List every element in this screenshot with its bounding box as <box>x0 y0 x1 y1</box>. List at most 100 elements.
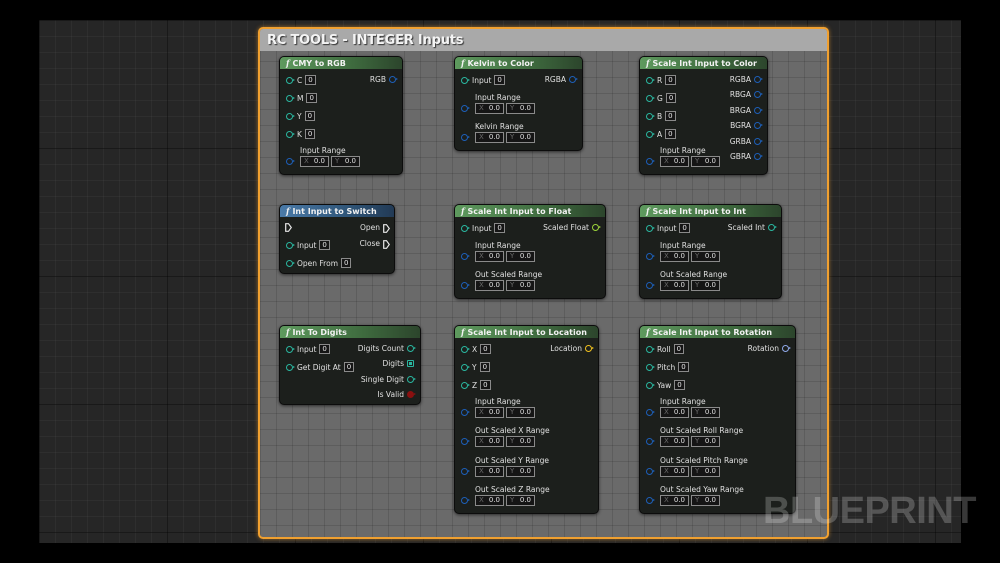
rotator-pin[interactable] <box>782 345 791 352</box>
x-field[interactable]: X 0.0 <box>475 132 504 143</box>
int-pin[interactable] <box>461 345 470 353</box>
struct-pin[interactable] <box>646 158 655 165</box>
x-field[interactable]: X 0.0 <box>475 280 504 291</box>
comment-title[interactable]: RC TOOLS - INTEGER Inputs <box>260 29 827 51</box>
struct-pin[interactable] <box>754 138 763 145</box>
int-pin[interactable] <box>646 76 655 84</box>
value-field[interactable]: 0 <box>319 344 330 354</box>
y-field[interactable]: Y 0.0 <box>691 466 720 477</box>
int-pin[interactable] <box>461 76 470 84</box>
float-pin[interactable] <box>592 224 601 231</box>
struct-pin[interactable] <box>569 76 578 83</box>
value-field[interactable]: 0 <box>674 380 685 390</box>
x-field[interactable]: X 0.0 <box>660 280 689 291</box>
y-field[interactable]: Y 0.0 <box>506 103 535 114</box>
y-field[interactable]: Y 0.0 <box>691 251 720 262</box>
struct-pin[interactable] <box>754 76 763 83</box>
node-scale-int-to-location[interactable]: f Scale Int Input to Location X0 Y0 Z0 In… <box>454 325 599 514</box>
x-field[interactable]: X 0.0 <box>660 251 689 262</box>
struct-pin[interactable] <box>754 91 763 98</box>
value-field[interactable]: 0 <box>494 223 505 233</box>
value-field[interactable]: 0 <box>480 380 491 390</box>
int-pin[interactable] <box>646 224 655 232</box>
int-pin[interactable] <box>407 345 416 352</box>
struct-pin[interactable] <box>461 438 470 445</box>
value-field[interactable]: 0 <box>480 344 491 354</box>
int-pin[interactable] <box>286 112 295 120</box>
struct-pin[interactable] <box>754 107 763 114</box>
int-pin[interactable] <box>286 94 295 102</box>
int-pin[interactable] <box>407 376 416 383</box>
struct-pin[interactable] <box>461 253 470 260</box>
value-field[interactable]: 0 <box>679 223 690 233</box>
int-pin[interactable] <box>286 363 295 371</box>
x-field[interactable]: X 0.0 <box>660 436 689 447</box>
x-field[interactable]: X 0.0 <box>660 407 689 418</box>
node-kelvin-to-color[interactable]: f Kelvin to Color Input 0 Input Range X 0.0… <box>454 56 583 151</box>
value-field[interactable]: 0 <box>343 362 355 372</box>
int-pin[interactable] <box>646 94 655 102</box>
node-int-to-digits[interactable]: f Int To Digits Input 0 Get Digit At 0 Digi… <box>279 325 421 405</box>
x-field[interactable]: X 0.0 <box>475 466 504 477</box>
node-cmy-to-rgb[interactable]: f CMY to RGB C0 M0 Y0 K0 Input Range X 0.0… <box>279 56 403 175</box>
struct-pin[interactable] <box>754 153 763 160</box>
struct-pin[interactable] <box>461 497 470 504</box>
y-field[interactable]: Y 0.0 <box>691 495 720 506</box>
int-pin[interactable] <box>286 130 295 138</box>
struct-pin[interactable] <box>461 105 470 112</box>
int-pin[interactable] <box>646 112 655 120</box>
value-field[interactable]: 0 <box>305 75 316 85</box>
value-field[interactable]: 0 <box>319 240 330 250</box>
int-pin[interactable] <box>461 381 470 389</box>
int-pin[interactable] <box>768 224 777 231</box>
int-pin[interactable] <box>286 76 295 84</box>
struct-pin[interactable] <box>646 253 655 260</box>
y-field[interactable]: Y 0.0 <box>506 436 535 447</box>
struct-pin[interactable] <box>646 282 655 289</box>
int-pin[interactable] <box>461 224 470 232</box>
node-scale-int-to-int[interactable]: f Scale Int Input to Int Input 0 Input Ran… <box>639 204 782 299</box>
x-field[interactable]: X 0.0 <box>475 407 504 418</box>
int-pin[interactable] <box>286 241 295 249</box>
value-field[interactable]: 0 <box>665 75 676 85</box>
y-field[interactable]: Y 0.0 <box>506 280 535 291</box>
x-field[interactable]: X 0.0 <box>660 495 689 506</box>
int-pin[interactable] <box>286 345 295 353</box>
node-scale-int-to-color[interactable]: f Scale Int Input to Color R0 G0 B0 A0 In… <box>639 56 768 175</box>
int-array-pin[interactable] <box>407 360 414 367</box>
struct-pin[interactable] <box>461 134 470 141</box>
struct-pin[interactable] <box>389 76 398 83</box>
exec-out-pin[interactable] <box>383 239 390 249</box>
value-field[interactable]: 0 <box>306 93 317 103</box>
struct-pin[interactable] <box>646 497 655 504</box>
x-field[interactable]: X 0.0 <box>475 495 504 506</box>
int-pin[interactable] <box>646 345 655 353</box>
value-field[interactable]: 0 <box>665 93 677 103</box>
x-field[interactable]: X 0.0 <box>475 436 504 447</box>
y-field[interactable]: Y 0.0 <box>331 156 360 167</box>
exec-in-pin[interactable] <box>285 223 292 232</box>
exec-out-pin[interactable] <box>383 223 390 233</box>
struct-pin[interactable] <box>461 409 470 416</box>
struct-pin[interactable] <box>646 468 655 475</box>
value-field[interactable]: 0 <box>494 75 505 85</box>
int-pin[interactable] <box>646 130 655 138</box>
int-pin[interactable] <box>286 259 295 267</box>
node-int-input-to-switch[interactable]: f Int Input to Switch Input 0 Open From 0 O… <box>279 204 395 274</box>
x-field[interactable]: X 0.0 <box>475 251 504 262</box>
y-field[interactable]: Y 0.0 <box>506 407 535 418</box>
x-field[interactable]: X 0.0 <box>660 156 689 167</box>
struct-pin[interactable] <box>461 468 470 475</box>
y-field[interactable]: Y 0.0 <box>506 251 535 262</box>
value-field[interactable]: 0 <box>665 111 676 121</box>
y-field[interactable]: Y 0.0 <box>691 436 720 447</box>
int-pin[interactable] <box>646 381 655 389</box>
x-field[interactable]: X 0.0 <box>475 103 504 114</box>
x-field[interactable]: X 0.0 <box>660 466 689 477</box>
node-scale-int-to-float[interactable]: f Scale Int Input to Float Input 0 Input R… <box>454 204 606 299</box>
struct-pin[interactable] <box>461 282 470 289</box>
struct-pin[interactable] <box>646 438 655 445</box>
value-field[interactable]: 0 <box>665 129 676 139</box>
value-field[interactable]: 0 <box>673 344 685 354</box>
y-field[interactable]: Y 0.0 <box>506 466 535 477</box>
